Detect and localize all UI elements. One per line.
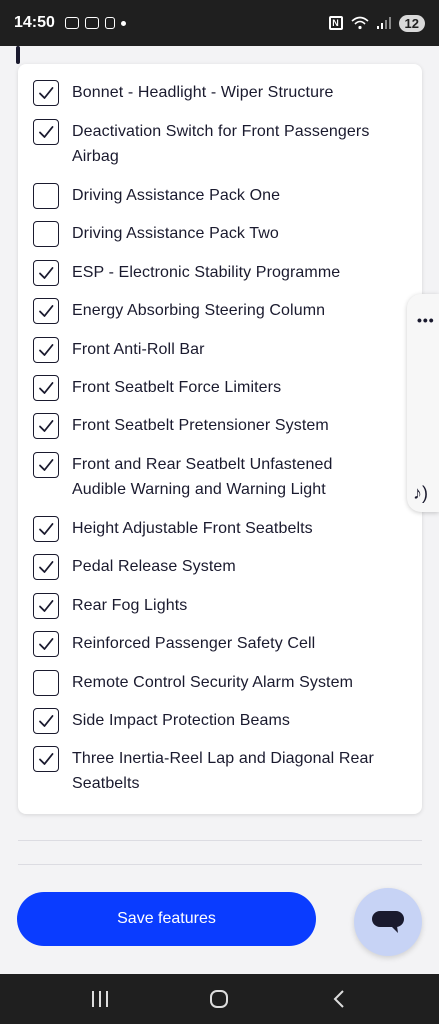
more-notifications-icon [120, 20, 126, 26]
checkbox[interactable] [33, 375, 59, 401]
feature-item-side-impact[interactable]: Side Impact Protection Beams [33, 708, 383, 734]
side-floating-widget[interactable]: ••• ♪) [407, 294, 439, 512]
chat-button[interactable] [354, 888, 422, 956]
system-nav-bar [0, 974, 439, 1024]
checkbox[interactable] [33, 221, 59, 247]
feature-label: Rear Fog Lights [72, 597, 188, 614]
features-card [18, 64, 422, 814]
status-time: 14:50 [14, 14, 55, 31]
checkmark-icon [39, 715, 54, 727]
signal-icon [376, 17, 391, 29]
feature-item-airbag-switch[interactable]: Deactivation Switch for Front Passengers… [33, 119, 383, 169]
chat-icon [372, 911, 404, 933]
section-divider [18, 840, 422, 841]
feature-label: Remote Control Security Alarm System [72, 674, 354, 691]
notification-icons [64, 17, 126, 29]
back-button[interactable] [319, 979, 359, 1019]
scroll-indicator [16, 46, 20, 64]
feature-label: Bonnet - Headlight - Wiper Structure [72, 84, 334, 101]
feature-item-pedal-release[interactable]: Pedal Release System [33, 554, 383, 580]
checkbox[interactable] [33, 119, 59, 145]
save-features-button[interactable]: Save features [17, 892, 316, 946]
status-bar: 14:50 N 12 [0, 0, 439, 46]
checkbox[interactable] [33, 708, 59, 734]
feature-label: Front Seatbelt Pretensioner System [72, 417, 329, 434]
feature-item-safety-cell[interactable]: Reinforced Passenger Safety Cell [33, 631, 383, 657]
feature-label: Front and Rear Seatbelt Unfastened Audib… [72, 456, 333, 498]
sound-icon[interactable]: ♪) [413, 483, 428, 504]
checkmark-icon [39, 459, 54, 471]
home-icon [210, 990, 229, 1008]
feature-label: Energy Absorbing Steering Column [72, 302, 326, 319]
checkbox[interactable] [33, 670, 59, 696]
checkmark-icon [39, 600, 54, 612]
wifi-icon [351, 16, 369, 30]
feature-label: Reinforced Passenger Safety Cell [72, 635, 316, 652]
ring-app-icon [84, 17, 99, 29]
checkmark-icon [39, 420, 54, 432]
feature-label: Driving Assistance Pack One [72, 187, 281, 204]
checkbox[interactable] [33, 298, 59, 324]
feature-label: Driving Assistance Pack Two [72, 225, 279, 242]
feature-item-esp[interactable]: ESP - Electronic Stability Programme [33, 260, 383, 286]
checkmark-icon [39, 753, 54, 765]
section-divider [18, 864, 422, 865]
checkbox[interactable] [33, 260, 59, 286]
feature-item-rear-fog[interactable]: Rear Fog Lights [33, 593, 383, 619]
checkmark-icon [39, 561, 54, 573]
checkbox[interactable] [33, 183, 59, 209]
feature-label: Side Impact Protection Beams [72, 712, 291, 729]
feature-item-pretensioner[interactable]: Front Seatbelt Pretensioner System [33, 413, 383, 439]
feature-item-force-limiters[interactable]: Front Seatbelt Force Limiters [33, 375, 383, 401]
screenshot-icon [64, 17, 79, 29]
checkmark-icon [39, 305, 54, 317]
checkbox[interactable] [33, 516, 59, 542]
home-button[interactable] [199, 979, 239, 1019]
checkmark-icon [39, 267, 54, 279]
checkmark-icon [39, 87, 54, 99]
status-right: N 12 [328, 14, 425, 32]
checkmark-icon [39, 382, 54, 394]
checkbox[interactable] [33, 593, 59, 619]
checkbox[interactable] [33, 554, 59, 580]
feature-label: Height Adjustable Front Seatbelts [72, 520, 313, 537]
feature-item-assist-pack-two[interactable]: Driving Assistance Pack Two [33, 221, 383, 247]
recent-apps-icon [91, 991, 108, 1007]
recent-apps-button[interactable] [80, 979, 120, 1019]
feature-item-rear-seatbelts[interactable]: Three Inertia-Reel Lap and Diagonal Rear… [33, 746, 383, 796]
checkbox[interactable] [33, 337, 59, 363]
back-icon [333, 990, 344, 1008]
feature-item-assist-pack-one[interactable]: Driving Assistance Pack One [33, 183, 383, 209]
more-options-icon[interactable]: ••• [417, 312, 435, 328]
checkmark-icon [39, 126, 54, 138]
checkbox[interactable] [33, 413, 59, 439]
alert-icon [104, 17, 115, 29]
checkmark-icon [39, 344, 54, 356]
checkmark-icon [39, 523, 54, 535]
feature-label: Front Anti-Roll Bar [72, 341, 205, 358]
feature-label: Three Inertia-Reel Lap and Diagonal Rear… [72, 750, 374, 792]
checkmark-icon [39, 638, 54, 650]
feature-item-bonnet-structure[interactable]: Bonnet - Headlight - Wiper Structure [33, 80, 383, 106]
checkbox[interactable] [33, 746, 59, 772]
feature-item-anti-roll-bar[interactable]: Front Anti-Roll Bar [33, 337, 383, 363]
battery-badge: 12 [398, 14, 425, 32]
feature-label: Front Seatbelt Force Limiters [72, 379, 282, 396]
feature-label: Deactivation Switch for Front Passengers… [72, 123, 370, 165]
feature-item-seatbelt-warning[interactable]: Front and Rear Seatbelt Unfastened Audib… [33, 452, 383, 502]
feature-label: Pedal Release System [72, 558, 236, 575]
checkbox[interactable] [33, 80, 59, 106]
features-page: Bonnet - Headlight - Wiper Structure Dea… [0, 46, 439, 974]
feature-item-height-adjustable[interactable]: Height Adjustable Front Seatbelts [33, 516, 383, 542]
checkbox[interactable] [33, 452, 59, 478]
checkbox[interactable] [33, 631, 59, 657]
nfc-icon: N [328, 16, 343, 30]
feature-item-steering-column[interactable]: Energy Absorbing Steering Column [33, 298, 383, 324]
feature-label: ESP - Electronic Stability Programme [72, 264, 341, 281]
feature-item-alarm-system[interactable]: Remote Control Security Alarm System [33, 670, 383, 696]
